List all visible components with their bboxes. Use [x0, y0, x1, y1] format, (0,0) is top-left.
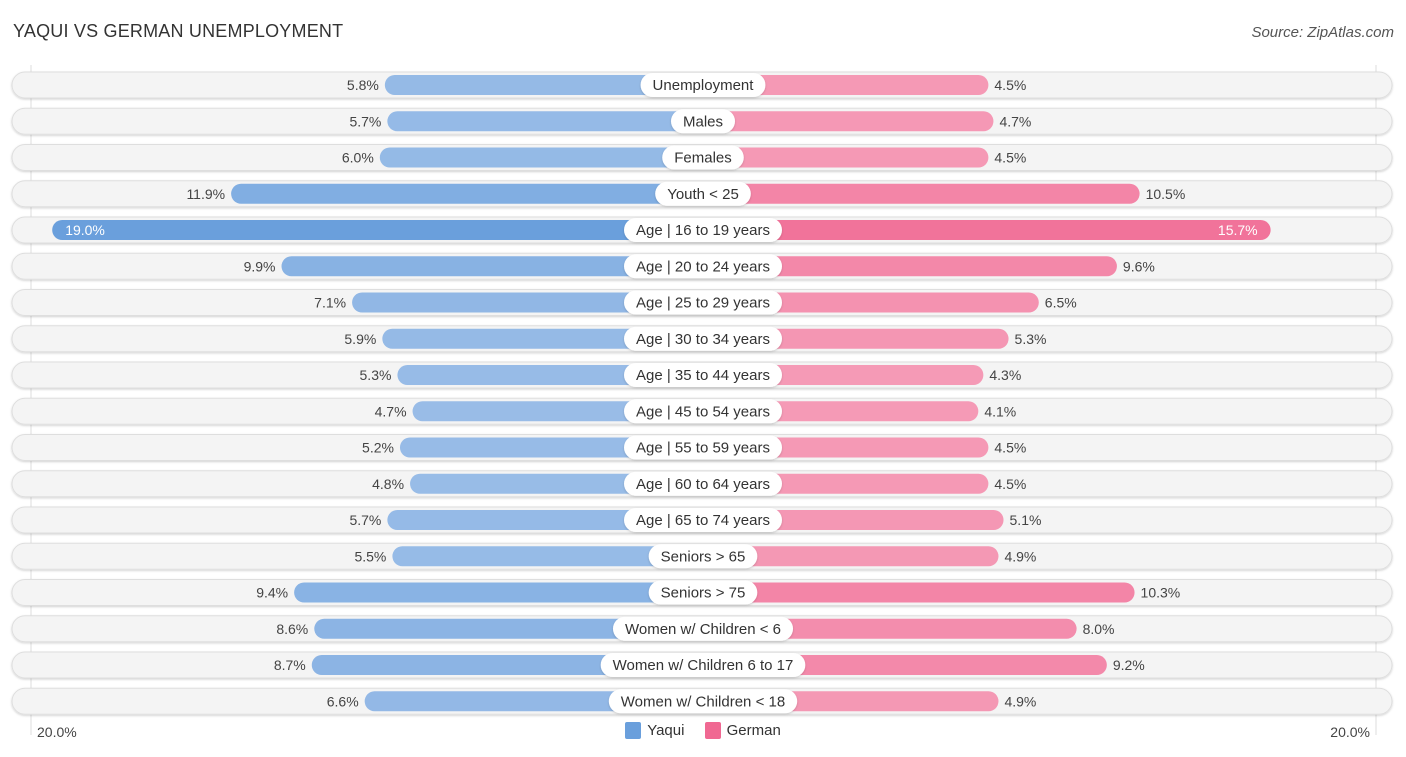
category-label: Age | 60 to 64 years: [636, 476, 770, 493]
value-label-german: 4.7%: [999, 113, 1031, 129]
value-label-yaqui: 8.7%: [274, 657, 306, 673]
bar-yaqui[interactable]: [294, 582, 703, 603]
value-label-yaqui: 5.8%: [347, 77, 379, 93]
value-label-yaqui: 11.9%: [186, 186, 225, 202]
value-label-german: 4.5%: [994, 150, 1026, 166]
category-label: Unemployment: [653, 77, 755, 94]
legend-swatch-yaqui: [625, 722, 642, 739]
category-label: Women w/ Children < 6: [625, 621, 781, 638]
legend-swatch-german: [704, 722, 721, 739]
legend-label-yaqui: Yaqui: [647, 722, 685, 739]
value-label-yaqui: 5.2%: [362, 440, 394, 456]
value-label-german: 10.3%: [1141, 585, 1181, 601]
category-label: Seniors > 65: [661, 548, 746, 565]
value-label-german: 10.5%: [1146, 186, 1186, 202]
value-label-german: 9.2%: [1113, 657, 1145, 673]
bar-german[interactable]: [703, 220, 1271, 240]
value-label-german: 4.5%: [994, 440, 1026, 456]
value-label-german: 5.3%: [1015, 331, 1047, 347]
value-label-german: 6.5%: [1045, 295, 1077, 311]
bar-german[interactable]: [703, 183, 1140, 204]
bar-yaqui[interactable]: [379, 147, 703, 168]
chart: 5.8% 4.5% Unemployment 5.7% 4.7% Males 6.0% 4.5…: [11, 65, 1393, 735]
legend-item-yaqui[interactable]: Yaqui: [625, 722, 684, 739]
category-label: Females: [674, 150, 732, 167]
value-label-german: 9.6%: [1123, 258, 1155, 274]
category-label: Youth < 25: [667, 186, 739, 203]
bar-yaqui[interactable]: [52, 220, 703, 240]
category-label: Age | 55 to 59 years: [636, 440, 770, 457]
category-label: Seniors > 75: [661, 585, 746, 602]
bar-yaqui[interactable]: [387, 111, 703, 132]
value-label-yaqui: 5.3%: [360, 367, 392, 383]
value-label-yaqui: 5.7%: [349, 113, 381, 129]
category-label: Age | 25 to 29 years: [636, 295, 770, 312]
bar-german[interactable]: [703, 111, 994, 132]
category-label: Age | 20 to 24 years: [636, 258, 770, 275]
legend-item-german[interactable]: German: [704, 722, 781, 739]
value-label-yaqui: 4.8%: [372, 476, 404, 492]
bar-yaqui[interactable]: [231, 183, 703, 204]
value-label-yaqui: 5.9%: [344, 331, 376, 347]
value-label-yaqui: 9.4%: [256, 585, 288, 601]
value-label-german: 4.5%: [994, 476, 1026, 492]
category-label: Women w/ Children < 18: [621, 693, 785, 710]
value-label-yaqui: 19.0%: [65, 222, 105, 238]
category-label: Age | 16 to 19 years: [636, 222, 770, 239]
category-label: Women w/ Children 6 to 17: [613, 657, 794, 674]
value-label-yaqui: 6.0%: [342, 150, 374, 166]
value-label-yaqui: 9.9%: [244, 258, 276, 274]
value-label-german: 8.0%: [1083, 621, 1115, 637]
category-label: Age | 65 to 74 years: [636, 512, 770, 529]
category-label: Age | 30 to 34 years: [636, 331, 770, 348]
value-label-german: 4.3%: [989, 367, 1021, 383]
value-label-german: 4.5%: [994, 77, 1026, 93]
value-label-yaqui: 7.1%: [314, 295, 346, 311]
value-label-yaqui: 8.6%: [276, 621, 308, 637]
value-label-yaqui: 4.7%: [375, 403, 407, 419]
value-label-german: 4.9%: [1004, 548, 1036, 564]
category-label: Age | 35 to 44 years: [636, 367, 770, 384]
value-label-german: 15.7%: [1218, 222, 1258, 238]
value-label-yaqui: 5.5%: [354, 548, 386, 564]
value-label-german: 4.9%: [1004, 693, 1036, 709]
value-label-yaqui: 5.7%: [349, 512, 381, 528]
category-label: Age | 45 to 54 years: [636, 403, 770, 420]
legend-label-german: German: [726, 722, 781, 739]
value-label-yaqui: 6.6%: [327, 693, 359, 709]
category-label: Males: [683, 113, 723, 130]
bar-german[interactable]: [703, 147, 989, 168]
value-label-german: 5.1%: [1010, 512, 1042, 528]
bar-german[interactable]: [703, 582, 1135, 603]
value-label-german: 4.1%: [984, 403, 1016, 419]
legend: Yaqui German: [0, 722, 1406, 743]
